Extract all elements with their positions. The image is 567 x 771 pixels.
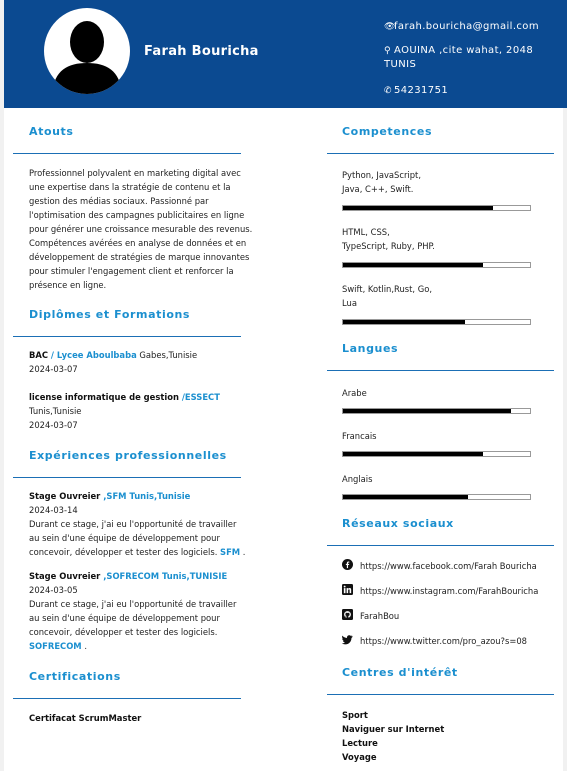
section-title-langues: Langues (342, 342, 399, 355)
language-bar (342, 408, 531, 414)
experience-description: Durant ce stage, j'ai eu l'opportunité d… (29, 519, 237, 557)
diploma-place: Tunis,Tunisie (29, 406, 82, 416)
skill-bar-fill (343, 320, 465, 324)
diploma-degree: BAC (29, 350, 49, 360)
social-link[interactable]: FarahBou (360, 609, 560, 623)
language-name: Anglais (342, 474, 373, 484)
section-divider (13, 477, 241, 478)
social-link[interactable]: https://www.instagram.com/FarahBouricha (360, 584, 560, 598)
language-bar-fill (343, 495, 469, 499)
full-name: Farah Bouricha (144, 44, 259, 59)
experience-date: 2024-03-14 (29, 505, 78, 515)
phone-icon: ✆ (384, 86, 392, 96)
skill-line: Lua (342, 298, 357, 308)
experience-company: ,SOFRECOM Tunis,TUNISIE (100, 571, 228, 581)
section-title-diplomes: Diplômes et Formations (29, 308, 191, 321)
github-icon (342, 609, 353, 620)
eye-icon: 👁 (384, 22, 396, 32)
experience-tag: SOFRECOM (29, 641, 82, 651)
skill-line: Python, JavaScript, (342, 170, 421, 180)
skill-line: Swift, Kotlin,Rust, Go, (342, 284, 433, 294)
experience-company: ,SFM Tunis,Tunisie (100, 491, 191, 501)
resume-body: Atouts Professionnel polyvalent en marke… (4, 108, 563, 771)
language-bar-fill (343, 452, 484, 456)
skill-group-label: HTML, CSS, TypeScript, Ruby, PHP. (342, 225, 542, 253)
address-line-2: TUNIS (384, 59, 417, 70)
section-title-reseaux: Réseaux sociaux (342, 517, 454, 530)
diploma-item: BAC / Lycee Aboulbaba Gabes,Tunisie 2024… (29, 348, 249, 376)
address-line-1: AOUINA ,cite wahat, 2048 (394, 45, 534, 56)
skill-group-label: Swift, Kotlin,Rust, Go, Lua (342, 282, 542, 310)
location-pin-icon: ⚲ (384, 46, 391, 56)
skill-bar-fill (343, 206, 493, 210)
diploma-date: 2024-03-07 (29, 420, 78, 430)
twitter-icon (342, 635, 353, 645)
diploma-school: Lycee Aboulbaba (56, 350, 137, 360)
section-divider (327, 153, 554, 154)
social-link[interactable]: https://www.facebook.com/Farah Bouricha (360, 559, 560, 573)
avatar (44, 8, 130, 94)
diploma-place: Gabes,Tunisie (136, 350, 198, 360)
experience-tag: SFM (220, 547, 241, 557)
interest-item: Sport (342, 710, 368, 720)
email-text: farah.bouricha@gmail.com (394, 21, 539, 32)
address-line: ⚲ AOUINA ,cite wahat, 2048 TUNIS (384, 44, 533, 71)
skill-bar-fill (343, 263, 484, 267)
diploma-degree: license informatique de gestion (29, 392, 179, 402)
experience-item: Stage Ouvreier ,SOFRECOM Tunis,TUNISIE 2… (29, 569, 249, 653)
section-title-competences: Competences (342, 125, 433, 138)
section-divider (13, 698, 241, 699)
interest-item: Lecture (342, 738, 378, 748)
linkedin-icon (342, 584, 353, 595)
section-divider (327, 370, 554, 371)
language-bar (342, 494, 531, 500)
section-title-atouts: Atouts (29, 125, 74, 138)
certification-item: Certifacat ScrumMaster (29, 713, 142, 723)
language-bar (342, 451, 531, 457)
diploma-school: ESSECT (184, 392, 220, 402)
skill-bar (342, 262, 531, 268)
section-title-certifications: Certifications (29, 670, 121, 683)
section-title-experiences: Expériences professionnelles (29, 449, 227, 462)
section-title-interets: Centres d'intérêt (342, 666, 458, 679)
diploma-item: license informatique de gestion /ESSECT … (29, 390, 249, 432)
language-name: Arabe (342, 388, 367, 398)
section-divider (327, 545, 554, 546)
skill-line: Java, C++, Swift. (342, 184, 414, 194)
experience-item: Stage Ouvreier ,SFM Tunis,Tunisie 2024-0… (29, 489, 249, 559)
section-divider (13, 153, 241, 154)
skill-bar (342, 205, 531, 211)
resume-header: Farah Bouricha 👁farah.bouricha@gmail.com… (4, 0, 567, 108)
social-link[interactable]: https://www.twitter.com/pro_azou?s=08 (360, 634, 560, 648)
language-bar-fill (343, 409, 512, 413)
skill-group-label: Python, JavaScript, Java, C++, Swift. (342, 168, 542, 196)
experience-description: Durant ce stage, j'ai eu l'opportunité d… (29, 599, 237, 637)
diploma-separator: / (48, 350, 57, 360)
language-name: Francais (342, 431, 377, 441)
interest-item: Voyage (342, 752, 377, 762)
section-divider (13, 336, 241, 337)
person-silhouette-icon (52, 21, 122, 94)
experience-end: . (240, 547, 246, 557)
diploma-date: 2024-03-07 (29, 364, 78, 374)
atouts-text: Professionnel polyvalent en marketing di… (29, 168, 253, 290)
facebook-icon (342, 559, 353, 570)
email-line[interactable]: 👁farah.bouricha@gmail.com (384, 20, 539, 34)
skill-line: HTML, CSS, (342, 227, 390, 237)
section-divider (327, 694, 554, 695)
phone-line[interactable]: ✆ 54231751 (384, 84, 448, 98)
experience-role: Stage Ouvreier (29, 491, 101, 501)
experience-end: . (81, 641, 87, 651)
phone-text: 54231751 (394, 85, 449, 96)
experience-role: Stage Ouvreier (29, 571, 101, 581)
experience-date: 2024-03-05 (29, 585, 78, 595)
skill-bar (342, 319, 531, 325)
interest-item: Naviguer sur Internet (342, 724, 445, 734)
skill-line: TypeScript, Ruby, PHP. (342, 241, 435, 251)
interest-list: Sport Naviguer sur Internet Lecture Voya… (342, 708, 444, 764)
